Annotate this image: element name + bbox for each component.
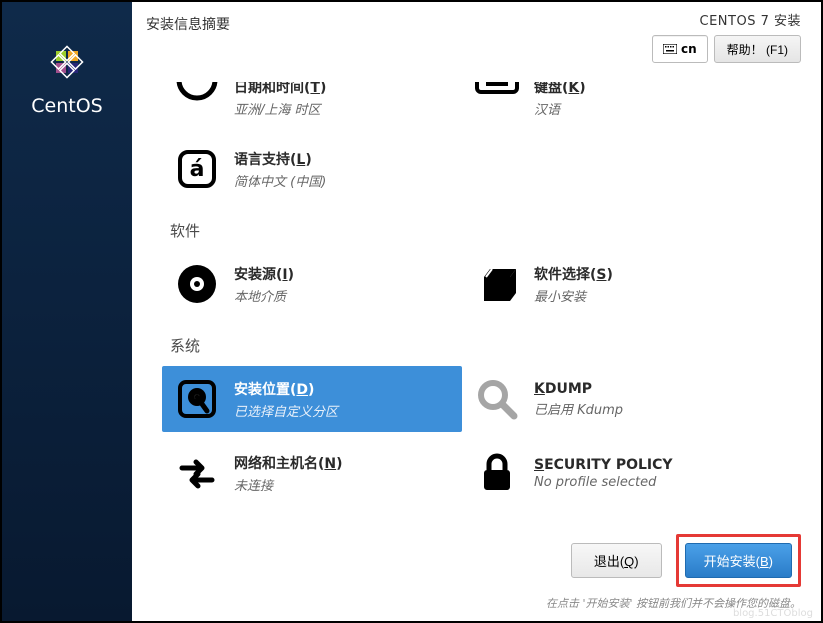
spoke-status: 最小安装: [534, 286, 613, 305]
spoke-title: 键盘(K): [534, 82, 586, 97]
spoke-security-policy[interactable]: SECURITY POLICY No profile selected: [462, 440, 762, 506]
clock-icon: [174, 82, 220, 107]
header: 安装信息摘要 CENTOS 7 安装 cn 帮助！ (F1): [132, 2, 821, 82]
harddrive-icon: [174, 376, 220, 422]
search-icon: [474, 376, 520, 422]
spoke-title: 软件选择(S): [534, 264, 613, 284]
spoke-kdump[interactable]: KDUMP 已启用 Kdump: [462, 366, 762, 432]
package-icon: [474, 261, 520, 307]
begin-install-highlight: 开始安装(B): [676, 534, 801, 587]
svg-text:á: á: [190, 157, 205, 182]
centos-logo-icon: [42, 37, 92, 87]
spoke-keyboard[interactable]: 键盘(K) 汉语: [462, 82, 762, 128]
spoke-status: 未连接: [234, 475, 343, 494]
spoke-install-destination[interactable]: 安装位置(D) 已选择自定义分区: [162, 366, 462, 432]
spoke-title: KDUMP: [534, 381, 623, 397]
spoke-install-source[interactable]: 安装源(I) 本地介质: [162, 251, 462, 317]
spoke-title: 安装源(I): [234, 264, 294, 284]
spoke-title: 日期和时间(T): [234, 82, 326, 97]
brand-text: CentOS: [31, 95, 102, 117]
spoke-title: 语言支持(L): [234, 149, 326, 169]
spoke-status: 本地介质: [234, 286, 294, 305]
category-system: 系统: [170, 335, 801, 356]
spoke-software-selection[interactable]: 软件选择(S) 最小安装: [462, 251, 762, 317]
begin-install-button[interactable]: 开始安装(B): [685, 543, 792, 578]
help-button[interactable]: 帮助！ (F1): [714, 35, 801, 63]
spoke-title: 网络和主机名(N): [234, 453, 343, 473]
page-title: 安装信息摘要: [146, 14, 230, 34]
spoke-title: 安装位置(D): [234, 379, 338, 399]
keyboard-small-icon: [663, 44, 677, 54]
spoke-status: 简体中文 (中国): [234, 171, 326, 190]
language-icon: á: [174, 146, 220, 192]
spoke-status: 亚洲/上海 时区: [234, 99, 326, 118]
spoke-status: 汉语: [534, 99, 586, 118]
spoke-status: 已选择自定义分区: [234, 401, 338, 420]
category-software: 软件: [170, 220, 801, 241]
lang-code: cn: [681, 42, 697, 56]
spoke-language[interactable]: á 语言支持(L) 简体中文 (中国): [162, 136, 462, 202]
quit-button[interactable]: 退出(Q): [571, 543, 662, 578]
spoke-status: 已启用 Kdump: [534, 399, 623, 418]
footer: 退出(Q) 开始安装(B) 在点击 '开始安装' 按钮前我们并不会操作您的磁盘。: [152, 534, 801, 611]
spoke-datetime[interactable]: 日期和时间(T) 亚洲/上海 时区: [162, 82, 462, 128]
lock-icon: [474, 450, 520, 496]
keyboard-icon: [474, 82, 520, 107]
installer-subtitle: CENTOS 7 安装: [652, 10, 801, 29]
network-icon: [174, 450, 220, 496]
disc-icon: [174, 261, 220, 307]
spoke-network[interactable]: 网络和主机名(N) 未连接: [162, 440, 462, 506]
spoke-title: SECURITY POLICY: [534, 457, 673, 473]
sidebar: CentOS: [2, 2, 132, 621]
keyboard-layout-indicator[interactable]: cn: [652, 35, 708, 63]
main-panel: 安装信息摘要 CENTOS 7 安装 cn 帮助！ (F1): [132, 2, 821, 621]
spoke-status: No profile selected: [534, 475, 673, 490]
footer-note: 在点击 '开始安装' 按钮前我们并不会操作您的磁盘。: [152, 595, 801, 611]
watermark: blog.51CTOblog: [733, 608, 813, 619]
